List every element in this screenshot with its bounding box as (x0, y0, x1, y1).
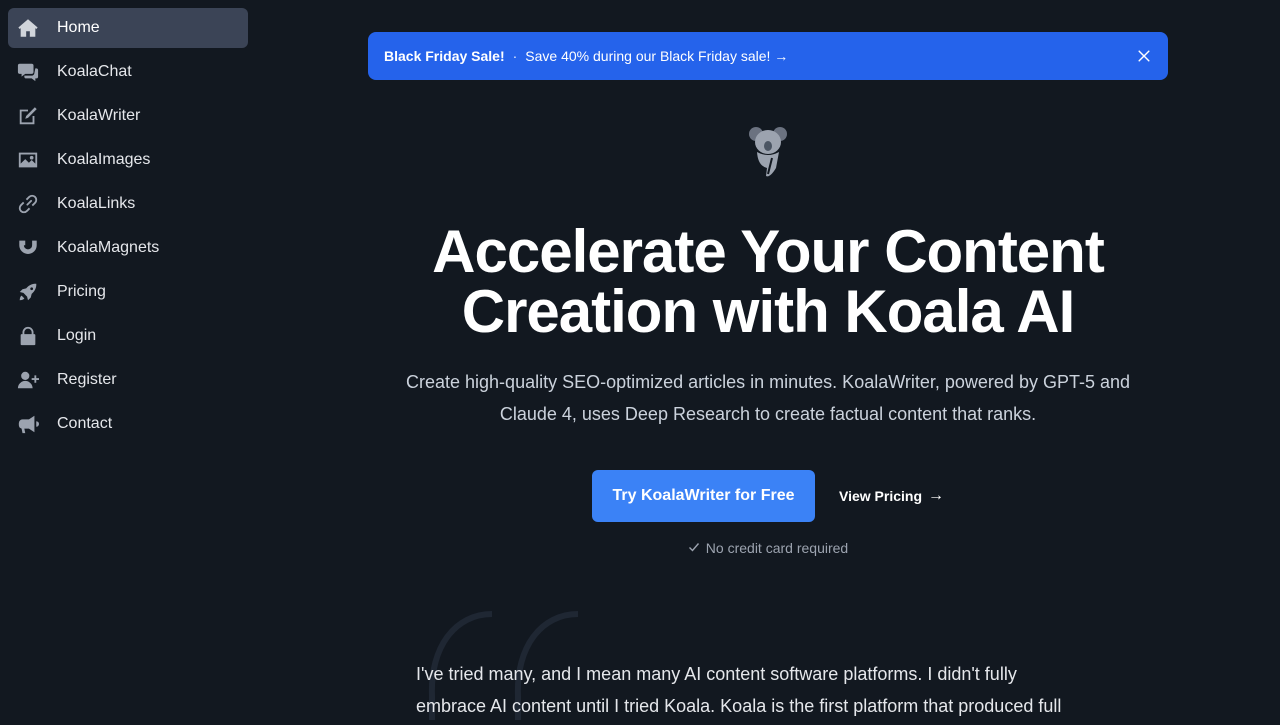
sidebar: Home KoalaChat KoalaWriter KoalaImages K… (0, 0, 256, 720)
sidebar-item-label: KoalaWriter (57, 107, 141, 124)
sidebar-item-label: KoalaChat (57, 63, 132, 80)
banner-title: Black Friday Sale! (384, 48, 505, 64)
magnet-icon (16, 236, 40, 260)
sidebar-item-koalaimages[interactable]: KoalaImages (8, 140, 248, 180)
testimonial-line2: embrace AI content until I tried Koala. … (416, 696, 1062, 716)
sidebar-item-label: Register (57, 371, 117, 388)
sidebar-item-label: Home (57, 19, 100, 36)
sidebar-item-koalamagnets[interactable]: KoalaMagnets (8, 228, 248, 268)
sidebar-item-koalalinks[interactable]: KoalaLinks (8, 184, 248, 224)
arrow-right-icon: → (928, 487, 944, 504)
megaphone-icon (16, 412, 40, 436)
rocket-icon (16, 280, 40, 304)
sidebar-item-koalawriter[interactable]: KoalaWriter (8, 96, 248, 136)
koala-logo-icon (748, 124, 788, 178)
try-koalawriter-button[interactable]: Try KoalaWriter for Free (592, 470, 815, 522)
pencil-square-icon (16, 104, 40, 128)
hero-subtext: Create high-quality SEO-optimized articl… (368, 366, 1168, 430)
checkmark-icon (688, 540, 706, 556)
promo-banner[interactable]: Black Friday Sale! · Save 40% during our… (368, 32, 1168, 80)
no-credit-card-note: No credit card required (568, 540, 968, 556)
testimonial-line1: I've tried many, and I mean many AI cont… (416, 664, 1017, 684)
sidebar-item-label: KoalaLinks (57, 195, 136, 212)
sidebar-item-label: Contact (57, 415, 113, 432)
close-icon[interactable] (1134, 46, 1154, 66)
sidebar-item-label: Login (57, 327, 97, 344)
sidebar-item-login[interactable]: Login (8, 316, 248, 356)
banner-separator: · (512, 48, 518, 64)
sidebar-item-koalachat[interactable]: KoalaChat (8, 52, 248, 92)
hero-subtext-line2: Claude 4, uses Deep Research to create f… (499, 404, 1037, 424)
sidebar-item-label: KoalaImages (57, 151, 151, 168)
home-icon (16, 16, 40, 40)
user-plus-icon (16, 368, 40, 392)
testimonial-quote: I've tried many, and I mean many AI cont… (416, 658, 1136, 722)
banner-message[interactable]: Save 40% during our Black Friday sale! → (525, 48, 788, 64)
sidebar-item-label: KoalaMagnets (57, 239, 160, 256)
sidebar-item-pricing[interactable]: Pricing (8, 272, 248, 312)
view-pricing-link[interactable]: View Pricing → (839, 470, 944, 522)
sidebar-item-register[interactable]: Register (8, 360, 248, 400)
link-icon (16, 192, 40, 216)
hero-headline-line1: Accelerate Your Content (432, 218, 1105, 285)
lock-icon (16, 324, 40, 348)
chat-icon (16, 60, 40, 84)
hero-headline: Accelerate Your Content Creation with Ko… (368, 222, 1168, 342)
hero-headline-line2: Creation with Koala AI (461, 278, 1076, 345)
note-text: No credit card required (705, 540, 849, 556)
hero-subtext-line1: Create high-quality SEO-optimized articl… (406, 372, 1130, 392)
image-icon (16, 148, 40, 172)
sidebar-item-label: Pricing (57, 283, 106, 300)
sidebar-item-home[interactable]: Home (8, 8, 248, 48)
sidebar-item-contact[interactable]: Contact (8, 404, 248, 444)
view-pricing-label: View Pricing (839, 488, 922, 504)
